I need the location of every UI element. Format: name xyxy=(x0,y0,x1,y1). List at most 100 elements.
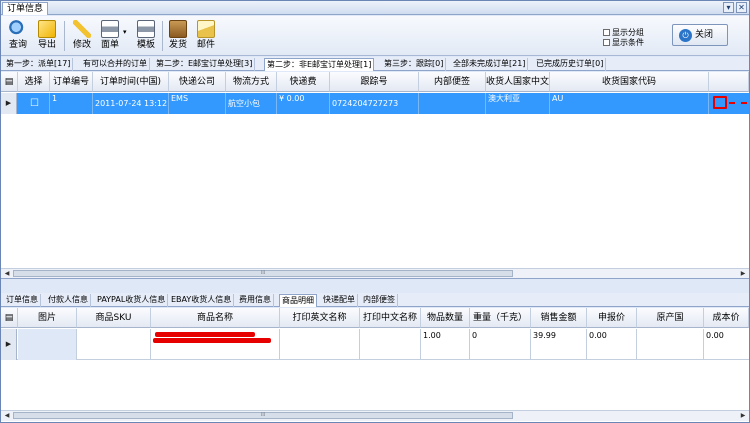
toolbar-separator xyxy=(64,21,65,51)
receiver-country-cn: 澳大利亚 xyxy=(486,93,550,114)
tab-step3-tracking[interactable]: 第三步：跟踪[0] xyxy=(382,58,447,71)
export-button[interactable]: 导出 xyxy=(34,20,60,54)
print-chinese-name xyxy=(360,329,421,360)
show-condition-checkbox[interactable]: 显示条件 xyxy=(603,38,644,47)
tab-courier-assign[interactable]: 快递配单 xyxy=(321,294,358,307)
magnifier-icon xyxy=(9,20,27,38)
scrollbar-thumb[interactable]: ⁞⁞⁞ xyxy=(13,270,513,277)
power-icon: ⏻ xyxy=(679,29,692,42)
shipping-method: 航空小包 xyxy=(226,93,277,114)
column-header[interactable]: 申报价 xyxy=(587,308,637,328)
table-row[interactable]: 1.00 0 39.99 0.00 0.00 xyxy=(17,329,749,360)
tab-fee-info[interactable]: 费用信息 xyxy=(237,294,274,307)
tab-step1-dispatch[interactable]: 第一步：派单[17] xyxy=(4,58,74,71)
column-header-overflow[interactable] xyxy=(709,72,749,92)
dropdown-icon[interactable]: ▾ xyxy=(723,2,734,13)
column-header[interactable]: 销售金额 xyxy=(531,308,587,328)
column-header[interactable]: 物流方式 xyxy=(226,72,277,92)
ship-button[interactable]: 发货 xyxy=(165,20,191,54)
overflow-cell xyxy=(709,93,749,114)
print-english-name xyxy=(280,329,360,360)
show-group-checkbox[interactable]: 显示分组 xyxy=(603,28,644,37)
scrollbar-thumb[interactable]: ⁞⁞⁞ xyxy=(13,412,513,419)
pencil-icon xyxy=(73,20,91,38)
column-header[interactable]: 打印英文名称 xyxy=(280,308,360,328)
receiver-country-code: AU xyxy=(550,93,709,114)
scroll-left-icon[interactable]: ◀ xyxy=(3,270,11,278)
row-pointer-icon: ▶ xyxy=(1,329,17,360)
origin-country xyxy=(637,329,704,360)
column-header[interactable]: 订单时间(中国) xyxy=(93,72,169,92)
tab-payer-info[interactable]: 付款人信息 xyxy=(46,294,91,307)
column-header[interactable]: 跟踪号 xyxy=(330,72,419,92)
toolbar: 查询 导出 修改 面单 ▾ 模板 发货 邮件 显示分组 显示条件 ⏻ 关闭 xyxy=(1,16,749,56)
tab-step2-eub[interactable]: 第二步：E邮宝订单处理[3] xyxy=(154,58,256,71)
column-header[interactable]: 收货国家代码 xyxy=(550,72,709,92)
scroll-right-icon[interactable]: ▶ xyxy=(739,270,747,278)
grid-corner-icon: ▤ xyxy=(1,308,18,328)
items-horizontal-scrollbar[interactable]: ◀ ⁞⁞⁞ ▶ xyxy=(1,410,749,421)
window-title-tab[interactable]: 订单信息 xyxy=(2,2,49,15)
table-row[interactable]: ☐ 1 2011-07-24 13:12:32 EMS 航空小包 ¥ 0.00 … xyxy=(17,93,749,114)
redaction-mark xyxy=(153,338,271,343)
select-checkbox[interactable]: ☐ xyxy=(18,93,50,114)
grid-corner-icon: ▤ xyxy=(1,72,18,92)
redaction-mark xyxy=(729,102,747,104)
product-name xyxy=(151,329,280,360)
toolbar-separator xyxy=(162,21,163,51)
shipping-fee: ¥ 0.00 xyxy=(277,93,330,114)
redaction-mark xyxy=(155,332,255,337)
column-header[interactable]: 成本价 xyxy=(704,308,749,328)
tab-order-info[interactable]: 订单信息 xyxy=(4,294,41,307)
tab-ebay-receiver[interactable]: EBAY收货人信息 xyxy=(169,294,235,307)
cost-price: 0.00 xyxy=(706,331,724,340)
tab-completed-history[interactable]: 已完成历史订单[0] xyxy=(534,58,607,71)
declared-price: 0.00 xyxy=(587,329,637,360)
column-header[interactable]: 收货人国家中文 xyxy=(486,72,550,92)
orders-horizontal-scrollbar[interactable]: ◀ ⁞⁞⁞ ▶ xyxy=(1,268,749,278)
status-tabs: 第一步：派单[17] 有可以合并的订单 第二步：E邮宝订单处理[3] 第二步：非… xyxy=(1,57,749,71)
sale-amount: 39.99 xyxy=(531,329,587,360)
column-header[interactable]: 内部便签 xyxy=(419,72,486,92)
tab-paypal-receiver[interactable]: PAYPAL收货人信息 xyxy=(95,294,169,307)
product-sku[interactable] xyxy=(77,329,151,360)
template-button[interactable]: 模板 xyxy=(133,20,159,54)
label-print-button[interactable]: 面单 xyxy=(97,20,123,54)
order-number: 1 xyxy=(50,93,93,114)
package-icon xyxy=(169,20,187,38)
close-button[interactable]: ⏻ 关闭 xyxy=(672,24,728,46)
product-image xyxy=(18,329,77,360)
label-print-dropdown-icon[interactable]: ▾ xyxy=(123,28,127,36)
order-info-window: 订单信息 ▾ ✕ 查询 导出 修改 面单 ▾ 模板 发货 邮件 显示分组 显示条… xyxy=(0,0,750,423)
tab-internal-note[interactable]: 内部便签 xyxy=(361,294,398,307)
checkbox-box xyxy=(603,39,610,46)
scroll-right-icon[interactable]: ▶ xyxy=(739,412,747,420)
items-grid: ▤ 图片 商品SKU 商品名称 打印英文名称 打印中文名称 物品数量 重量（千克… xyxy=(1,308,749,422)
column-header[interactable]: 物品数量 xyxy=(421,308,470,328)
tab-product-details[interactable]: 商品明细 xyxy=(279,294,317,307)
column-header[interactable]: 订单编号 xyxy=(50,72,93,92)
column-header[interactable]: 快递公司 xyxy=(169,72,226,92)
edit-button[interactable]: 修改 xyxy=(69,20,95,54)
query-button[interactable]: 查询 xyxy=(5,20,31,54)
orders-grid: ▤ 选择 订单编号 订单时间(中国) 快递公司 物流方式 快递费 跟踪号 内部便… xyxy=(1,72,749,279)
column-header[interactable]: 原产国 xyxy=(637,308,704,328)
tab-all-unfinished[interactable]: 全部未完成订单[21] xyxy=(451,58,529,71)
scroll-left-icon[interactable]: ◀ xyxy=(3,412,11,420)
column-header[interactable]: 重量（千克） xyxy=(470,308,531,328)
tracking-number: 0724204727273 xyxy=(330,93,419,114)
column-header[interactable]: 图片 xyxy=(18,308,77,328)
email-button[interactable]: 邮件 xyxy=(193,20,219,54)
column-header[interactable]: 打印中文名称 xyxy=(360,308,421,328)
title-bar: 订单信息 ▾ ✕ xyxy=(1,1,749,15)
courier-company: EMS xyxy=(169,93,226,114)
detail-tabs: 订单信息 付款人信息 PAYPAL收货人信息 EBAY收货人信息 费用信息 商品… xyxy=(1,293,749,307)
close-icon[interactable]: ✕ xyxy=(736,2,747,13)
column-header[interactable]: 快递费 xyxy=(277,72,330,92)
tab-step2-non-eub[interactable]: 第二步：非E邮宝订单处理[1] xyxy=(264,58,375,71)
column-header[interactable]: 商品SKU xyxy=(77,308,151,328)
column-header[interactable]: 商品名称 xyxy=(151,308,280,328)
column-header[interactable]: 选择 xyxy=(18,72,50,92)
row-pointer-icon: ▶ xyxy=(1,93,17,114)
tab-mergeable[interactable]: 有可以合并的订单 xyxy=(81,58,150,71)
